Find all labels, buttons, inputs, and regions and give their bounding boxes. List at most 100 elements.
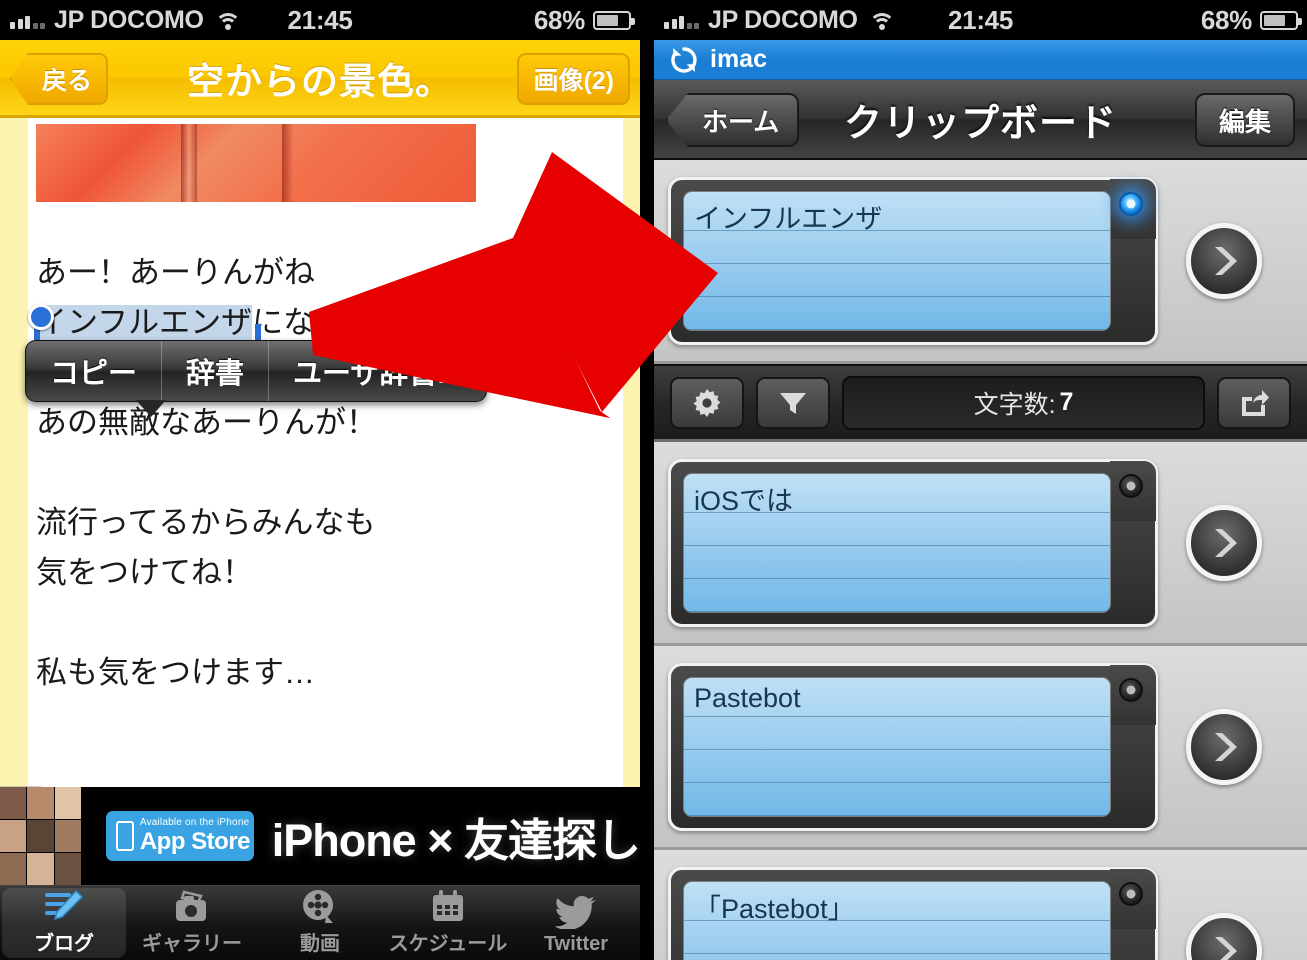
camera-icon <box>171 886 213 927</box>
status-bar-right: JP DOCOMO 21:45 68% <box>654 0 1307 40</box>
chevron-right-icon <box>1215 732 1237 761</box>
selection-handle-start[interactable] <box>28 304 54 330</box>
tab-label: Twitter <box>543 933 609 955</box>
post-line-blank <box>36 598 610 648</box>
ad-photo-grid <box>0 787 81 885</box>
clip-paper: 「Pastebot」 <box>683 880 1111 960</box>
menu-item-user-dictionary[interactable]: ユーザ辞書... <box>268 341 486 401</box>
battery-icon <box>1260 10 1302 30</box>
carrier-label: JP DOCOMO <box>708 5 858 34</box>
post-line: 私も気をつけます… <box>36 655 315 690</box>
status-bar-right-group: 68% <box>1200 4 1302 36</box>
clip-text: 「Pastebot」 <box>694 893 855 924</box>
signal-bars-icon <box>10 12 45 29</box>
tab-schedule[interactable]: スケジュール <box>384 886 512 960</box>
clip-card[interactable]: インフルエンザ <box>668 176 1158 345</box>
clipboard-list[interactable]: インフルエンザ 文字数: 7 iOSでは Pastebot 「Pastebot」 <box>654 160 1307 960</box>
chevron-right-icon <box>1215 246 1237 275</box>
post-text-body[interactable]: あー！あーりんがね インフルエンザになっちゃったの(>_<) あの無敵なあーりん… <box>36 248 610 698</box>
page-title: クリップボード <box>843 102 1117 145</box>
filter-button[interactable] <box>756 376 830 429</box>
clip-paper: iOSでは <box>683 472 1111 613</box>
text-selection-context-menu[interactable]: コピー 辞書 ユーザ辞書... <box>25 340 487 417</box>
images-button[interactable]: 画像(2) <box>517 53 630 105</box>
settings-button[interactable] <box>670 376 744 429</box>
menu-item-copy[interactable]: コピー <box>26 341 161 401</box>
clipboard-item[interactable]: 「Pastebot」 <box>654 850 1307 960</box>
calendar-icon <box>429 886 467 927</box>
status-bar-left-group: JP DOCOMO <box>654 6 895 35</box>
status-bar-left: JP DOCOMO 21:45 68% <box>0 0 640 40</box>
gear-icon <box>693 388 721 417</box>
page-title: 空からの景色。 <box>187 60 453 102</box>
iphone-glyph-icon <box>115 821 134 851</box>
clip-text: インフルエンザ <box>694 203 883 234</box>
post-line-blank <box>36 448 610 498</box>
tab-twitter[interactable]: Twitter <box>512 886 640 960</box>
back-button[interactable]: 戻る <box>10 53 109 105</box>
chevron-right-icon <box>1215 528 1237 557</box>
funnel-filter-icon <box>780 392 806 414</box>
app-store-badge[interactable]: Available on the iPhone App Store <box>105 811 254 861</box>
share-export-icon <box>1242 389 1269 416</box>
tab-label: ギャラリー <box>142 933 242 955</box>
status-led-on <box>1119 191 1143 216</box>
right-phone-screen: JP DOCOMO 21:45 68% imac ホーム クリップボード 編集 <box>654 0 1307 960</box>
post-line: あー！あーりんがね <box>36 255 315 290</box>
post-line-rest: になっちゃったの(>_<) <box>252 305 575 340</box>
menu-item-dictionary[interactable]: 辞書 <box>161 341 268 401</box>
clip-card[interactable]: 「Pastebot」 <box>668 866 1158 960</box>
clip-text: Pastebot <box>694 682 801 713</box>
blog-pencil-icon <box>44 886 84 927</box>
share-button[interactable] <box>1217 376 1291 429</box>
tab-label: スケジュール <box>388 933 508 955</box>
wifi-icon <box>868 11 895 30</box>
clip-detail-button[interactable] <box>1186 912 1262 960</box>
clip-card[interactable]: Pastebot <box>668 662 1158 831</box>
tab-label: 動画 <box>300 933 340 955</box>
app-store-badge-text: Available on the iPhone App Store <box>139 818 251 855</box>
character-count-value: 7 <box>1059 388 1074 416</box>
battery-percent-label: 68% <box>1200 4 1252 35</box>
clipboard-item[interactable]: iOSでは <box>654 442 1307 646</box>
clip-paper: Pastebot <box>683 676 1111 817</box>
clip-detail-button[interactable] <box>1186 708 1262 785</box>
twitter-bird-icon <box>555 891 597 933</box>
status-bar-right-group: 68% <box>533 4 635 36</box>
post-line: 流行ってるからみんなも <box>36 505 376 540</box>
tab-gallery[interactable]: ギャラリー <box>128 886 256 960</box>
pastebot-navigation-bar: ホーム クリップボード 編集 <box>654 80 1307 160</box>
status-led-off <box>1119 473 1143 498</box>
tab-blog[interactable]: ブログ <box>0 886 128 960</box>
clip-paper: インフルエンザ <box>683 190 1111 331</box>
ad-banner[interactable]: Available on the iPhone App Store iPhone… <box>0 787 640 885</box>
character-count-display: 文字数: 7 <box>842 375 1205 430</box>
bottom-tab-bar[interactable]: ブログ ギャラリー 動画 スケジュール Twitter <box>0 885 640 960</box>
badge-main-label: App Store <box>139 827 251 855</box>
battery-percent-label: 68% <box>533 4 585 35</box>
ad-headline: iPhone × 友達探し <box>271 814 640 866</box>
wifi-icon <box>214 11 241 30</box>
tab-video[interactable]: 動画 <box>256 886 384 960</box>
clipboard-item[interactable]: Pastebot <box>654 646 1307 850</box>
post-photo[interactable] <box>36 124 476 202</box>
sync-status-bar[interactable]: imac <box>654 40 1307 80</box>
phone-divider <box>640 0 654 960</box>
status-led-off <box>1119 881 1143 906</box>
clipboard-item[interactable]: インフルエンザ <box>654 160 1307 364</box>
edit-button[interactable]: 編集 <box>1194 93 1295 147</box>
post-line: あの無敵なあーりんが！ <box>36 405 377 440</box>
clip-card[interactable]: iOSでは <box>668 458 1158 627</box>
sync-device-label: imac <box>710 45 767 73</box>
chevron-right-icon <box>1215 936 1237 960</box>
character-count-label: 文字数: <box>973 390 1056 419</box>
clipboard-toolbar[interactable]: 文字数: 7 <box>654 364 1307 442</box>
clip-detail-button[interactable] <box>1186 222 1262 299</box>
screenshot-stage: JP DOCOMO 21:45 68% 戻る 空からの景色。 画像(2) あー！… <box>0 0 1307 960</box>
clip-detail-button[interactable] <box>1186 504 1262 581</box>
blog-post-content[interactable]: あー！あーりんがね インフルエンザになっちゃったの(>_<) あの無敵なあーりん… <box>0 118 640 787</box>
home-button[interactable]: ホーム <box>666 93 800 147</box>
clock-label: 21:45 <box>948 4 1013 35</box>
battery-icon <box>593 10 635 30</box>
clock-label: 21:45 <box>287 4 353 35</box>
